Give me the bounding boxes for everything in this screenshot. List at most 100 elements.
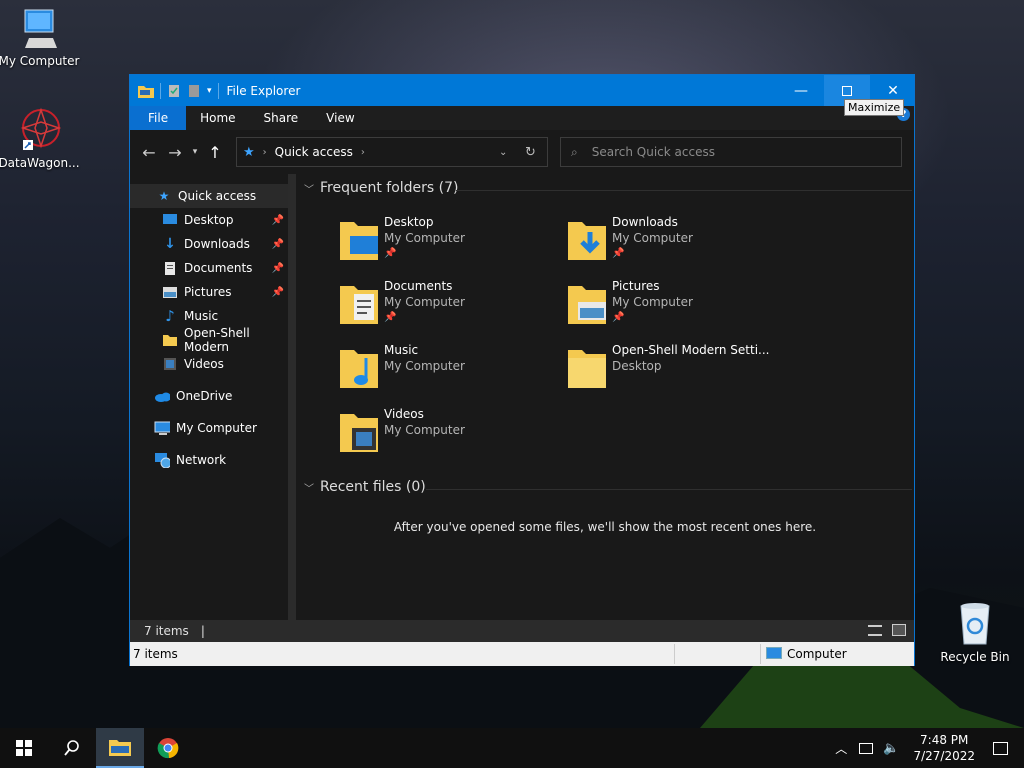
forward-button[interactable]: →	[162, 137, 188, 167]
nav-item-quick-access[interactable]: ★ Quick access	[130, 184, 288, 208]
nav-item-pictures[interactable]: Pictures 📌	[130, 280, 288, 304]
windows-icon	[16, 740, 32, 756]
chevron-down-icon: ﹀	[304, 184, 314, 196]
star-icon: ★	[158, 189, 170, 203]
pane-splitter[interactable]	[288, 174, 296, 620]
search-box[interactable]: ⌕ Search Quick access	[560, 137, 902, 167]
item-count: 7 items	[133, 647, 178, 661]
pin-icon: 📌	[384, 248, 397, 259]
folder-tile-videos[interactable]: Videos My Computer	[338, 406, 558, 464]
desktop-icon-recycle-bin[interactable]: Recycle Bin	[933, 600, 1017, 664]
title-bar[interactable]: ▾ File Explorer — ✕	[130, 75, 914, 106]
desktop-icon-label: DataWagon...	[0, 156, 80, 170]
document-icon	[162, 260, 178, 276]
nav-item-videos[interactable]: Videos	[130, 352, 288, 376]
videos-folder-icon	[340, 414, 378, 452]
folder-location: My Computer	[384, 423, 465, 437]
details-view-button[interactable]	[868, 625, 882, 636]
nav-item-open-shell[interactable]: Open-Shell Modern	[130, 326, 288, 354]
address-dropdown-button[interactable]: ⌄	[499, 147, 507, 158]
minimize-button[interactable]: —	[778, 75, 824, 106]
folder-tile-downloads[interactable]: Downloads My Computer 📌	[566, 214, 786, 272]
pin-icon: 📌	[612, 312, 625, 323]
network-status-icon[interactable]	[859, 742, 874, 754]
window-title: File Explorer	[226, 83, 301, 98]
refresh-icon[interactable]: ↻	[525, 145, 536, 160]
up-button[interactable]: ↑	[202, 137, 228, 167]
tab-view[interactable]: View	[312, 106, 369, 130]
folder-location: My Computer	[384, 231, 465, 245]
address-bar[interactable]: ★ › Quick access › ⌄ ↻	[236, 137, 548, 167]
folder-location: My Computer	[384, 359, 465, 373]
toolbar-separator	[160, 82, 161, 99]
folder-icon	[109, 740, 131, 756]
properties-icon[interactable]	[167, 84, 181, 98]
toolbar-separator	[217, 82, 219, 99]
desktop-icon-label: My Computer	[0, 54, 80, 68]
star-icon: ★	[243, 144, 255, 160]
pin-icon: 📌	[612, 248, 625, 259]
chevron-up-icon[interactable]: ︿	[829, 740, 853, 757]
nav-label: Pictures	[184, 285, 232, 299]
clock[interactable]: 7:48 PM 7/27/2022	[903, 732, 985, 764]
recent-files-header[interactable]: ﹀ Recent files (0)	[304, 479, 426, 495]
picture-icon	[162, 284, 178, 300]
navigation-pane: ★ Quick access Desktop 📌 ↓ Downloads 📌 D…	[130, 174, 288, 620]
taskbar-file-explorer[interactable]	[96, 728, 144, 768]
pin-icon: 📌	[384, 312, 397, 323]
group-title: Frequent folders (7)	[320, 180, 459, 196]
tab-file[interactable]: File	[130, 106, 187, 130]
nav-item-documents[interactable]: Documents 📌	[130, 256, 288, 280]
folder-icon	[162, 332, 178, 348]
folder-tile-documents[interactable]: Documents My Computer 📌	[338, 278, 558, 336]
taskbar-chrome[interactable]	[144, 728, 192, 768]
new-folder-icon[interactable]	[187, 84, 201, 98]
large-icons-view-button[interactable]	[892, 624, 906, 636]
ribbon-fill	[368, 106, 914, 130]
arrow-left-icon: ←	[142, 142, 156, 162]
nav-item-music[interactable]: ♪ Music	[130, 304, 288, 328]
search-input[interactable]: Search Quick access	[592, 145, 715, 159]
classic-status-bar: 7 items Computer	[130, 642, 914, 666]
folder-location: My Computer	[384, 295, 465, 309]
chevron-down-icon[interactable]: ▾	[207, 86, 212, 96]
network-icon	[154, 452, 170, 468]
nav-item-my-computer[interactable]: My Computer	[130, 416, 288, 440]
recent-locations-button[interactable]: ▾	[188, 137, 202, 167]
group-divider	[456, 190, 912, 191]
nav-item-onedrive[interactable]: OneDrive	[130, 384, 288, 408]
quick-access-toolbar: ▾	[130, 82, 219, 99]
tab-home[interactable]: Home	[186, 106, 250, 130]
folder-tile-music[interactable]: Music My Computer	[338, 342, 558, 400]
frequent-folders-header[interactable]: ﹀ Frequent folders (7)	[304, 180, 459, 196]
search-button[interactable]	[48, 728, 96, 768]
notification-center-icon[interactable]	[993, 741, 1008, 755]
folder-tile-pictures[interactable]: Pictures My Computer 📌	[566, 278, 786, 336]
breadcrumb-quick-access[interactable]: Quick access	[275, 145, 353, 159]
chevron-down-icon: ▾	[192, 147, 198, 157]
arrow-up-icon: ↑	[208, 142, 222, 162]
volume-icon[interactable]: 🔈	[879, 741, 903, 756]
music-icon: ♪	[165, 307, 175, 325]
downloads-folder-icon	[568, 222, 606, 260]
nav-item-desktop[interactable]: Desktop 📌	[130, 208, 288, 232]
nav-item-network[interactable]: Network	[130, 448, 288, 472]
folder-tile-desktop[interactable]: Desktop My Computer 📌	[338, 214, 558, 272]
recycle-bin-icon	[960, 603, 990, 645]
nav-item-downloads[interactable]: ↓ Downloads 📌	[130, 232, 288, 256]
back-button[interactable]: ←	[136, 137, 162, 167]
nav-label: My Computer	[176, 421, 257, 435]
folder-icon	[568, 350, 606, 388]
nav-label: Videos	[184, 357, 224, 371]
shortcut-icon	[20, 107, 61, 150]
tab-share[interactable]: Share	[249, 106, 313, 130]
start-button[interactable]	[0, 728, 48, 768]
desktop-icon-my-computer[interactable]: My Computer	[0, 8, 81, 68]
breadcrumb-separator: ›	[360, 146, 365, 158]
computer-icon	[154, 420, 170, 436]
nav-label: Downloads	[184, 237, 250, 251]
recent-files-empty-message: After you've opened some files, we'll sh…	[393, 520, 817, 534]
folder-tile-open-shell[interactable]: Open-Shell Modern Setti... Desktop	[566, 342, 786, 400]
desktop-icon-datawagon[interactable]: DataWagon...	[0, 106, 81, 170]
folder-name: Pictures	[612, 279, 660, 293]
